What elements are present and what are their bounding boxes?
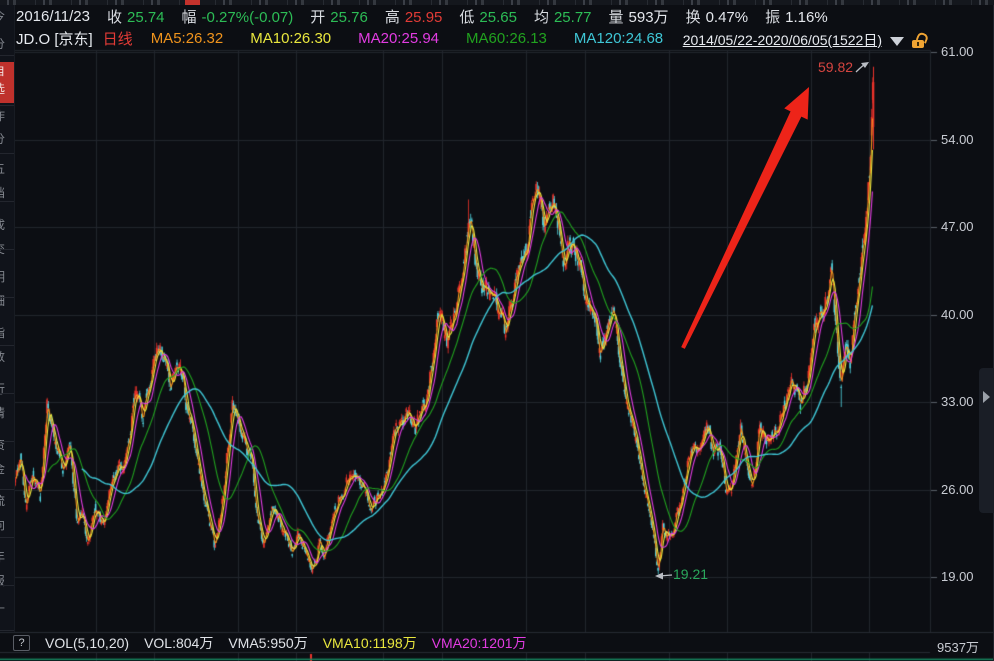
- info-item-label: 高: [385, 6, 400, 27]
- axis-label: 40.00: [941, 307, 991, 322]
- axis-label: 47.00: [941, 219, 991, 234]
- side-tab-fragment: 自: [0, 65, 7, 77]
- vol-header: ? VOL(5,10,20) VOL:804万 VMA5:950万 VMA10:119…: [0, 634, 941, 652]
- info-item-label: 低: [459, 6, 474, 27]
- info-item: 高 25.95: [385, 6, 443, 27]
- info-item-value: 0.47%: [706, 9, 749, 26]
- info-item: 低 25.65: [459, 6, 517, 27]
- chart-header: JD.O [京东] 日线 MA5:26.32 MA10:26.30 MA20:25.…: [0, 27, 994, 50]
- date-range-link[interactable]: 2014/05/22-2020/06/05(1522日): [683, 30, 882, 50]
- side-tab-fragment: 十: [0, 603, 7, 615]
- info-item-value: 25.76: [330, 9, 368, 26]
- active-side-tab[interactable]: 自选: [0, 62, 14, 103]
- side-tab-fragment: 选: [0, 83, 7, 95]
- info-item-label: 换: [686, 6, 701, 27]
- strip-divider: [0, 537, 14, 538]
- info-item: 收 25.74: [107, 6, 165, 27]
- info-item-label: 振: [765, 6, 780, 27]
- side-tab-fragment: 情: [0, 407, 7, 419]
- strip-divider: [0, 153, 14, 154]
- right-panel-expander[interactable]: [979, 368, 994, 513]
- info-item: 幅 -0.27%(-0.07): [182, 6, 294, 27]
- ma-label: MA10:26.30: [250, 30, 331, 47]
- side-tab-fragment: 指: [0, 327, 7, 339]
- vol-label: VMA20:1201万: [432, 633, 527, 653]
- high-annotation: 59.82: [818, 59, 853, 75]
- vol-label: VOL:804万: [144, 633, 213, 653]
- stock-chart-window: 2016/11/23 收 25.74 幅 -0.27%(-0.07) 开 25.76 高 25.…: [0, 0, 994, 661]
- candlestick-chart[interactable]: [0, 0, 994, 661]
- info-item-value: 593万: [629, 6, 669, 27]
- info-item: 均 25.77: [534, 6, 592, 27]
- strip-divider: [0, 105, 14, 106]
- info-item-label: 开: [310, 6, 325, 27]
- side-tab-fragment: 数: [0, 351, 7, 363]
- info-item: 开 25.76: [310, 6, 368, 27]
- help-icon[interactable]: ?: [13, 635, 30, 651]
- strip-divider: [0, 585, 14, 586]
- side-tab-fragment: 向: [0, 519, 7, 531]
- ma-label: MA120:24.68: [574, 30, 663, 47]
- info-item-value: 25.65: [479, 9, 517, 26]
- info-item-label: 收: [107, 6, 122, 27]
- strip-divider: [0, 55, 14, 56]
- low-annotation: 19.21: [673, 566, 708, 582]
- axis-label: 54.00: [941, 132, 991, 147]
- info-item: 2016/11/23: [16, 8, 90, 25]
- info-item-value: 25.74: [127, 9, 165, 26]
- vol-label: VMA10:1198万: [323, 633, 417, 653]
- volume-scale-label: 9537万: [937, 637, 979, 656]
- info-item-value: -0.27%(-0.07): [202, 9, 294, 26]
- info-item-value: 25.77: [554, 9, 592, 26]
- ma-labels: MA5:26.32 MA10:26.30 MA20:25.94 MA60:26.13 M…: [151, 30, 663, 47]
- expand-arrow-icon: [983, 391, 990, 403]
- strip-divider: [0, 393, 14, 394]
- chevron-down-icon[interactable]: [890, 37, 904, 46]
- ma-label: MA60:26.13: [466, 30, 547, 47]
- date-range-control: 2014/05/22-2020/06/05(1522日): [683, 30, 926, 50]
- side-tab-fragment: 流: [0, 495, 7, 507]
- info-item-value: 25.95: [405, 9, 443, 26]
- side-tab-fragment: 分: [0, 133, 7, 145]
- side-tab-fragment: 昨: [0, 110, 7, 122]
- left-tab-strip[interactable]: 自选 今分昨分五档成交明细指数行情资金流向年报十: [0, 5, 15, 632]
- side-tab-fragment: 金: [0, 463, 7, 475]
- symbol-label: JD.O [京东]: [16, 28, 93, 49]
- strip-divider: [0, 489, 14, 490]
- info-item-label: 均: [534, 6, 549, 27]
- side-tab-fragment: 年: [0, 551, 7, 563]
- info-item-value: 2016/11/23: [16, 8, 90, 25]
- info-item: 量593万: [609, 6, 669, 27]
- info-item: 振 1.16%: [765, 6, 828, 27]
- strip-divider: [0, 297, 14, 298]
- strip-divider: [0, 345, 14, 346]
- strip-divider: [0, 630, 14, 631]
- side-tab-fragment: 明: [0, 271, 7, 283]
- vol-label: VOL(5,10,20): [45, 635, 129, 651]
- strip-divider: [0, 249, 14, 250]
- side-tab-fragment: 成: [0, 219, 7, 231]
- side-tab-fragment: 档: [0, 187, 7, 199]
- info-bar: 2016/11/23 收 25.74 幅 -0.27%(-0.07) 开 25.76 高 25.…: [0, 5, 994, 27]
- info-item-value: 1.16%: [785, 9, 828, 26]
- vol-label: VMA5:950万: [228, 633, 307, 653]
- period-label[interactable]: 日线: [103, 28, 133, 49]
- info-item: 换 0.47%: [686, 6, 749, 27]
- axis-label: 19.00: [941, 569, 991, 584]
- lock-icon[interactable]: [912, 33, 926, 48]
- ma-label: MA20:25.94: [358, 30, 439, 47]
- strip-divider: [0, 201, 14, 202]
- side-tab-fragment: 五: [0, 163, 7, 175]
- info-item-label: 量: [609, 6, 624, 27]
- strip-divider: [0, 441, 14, 442]
- ma-label: MA5:26.32: [151, 30, 224, 47]
- info-item-label: 幅: [182, 6, 197, 27]
